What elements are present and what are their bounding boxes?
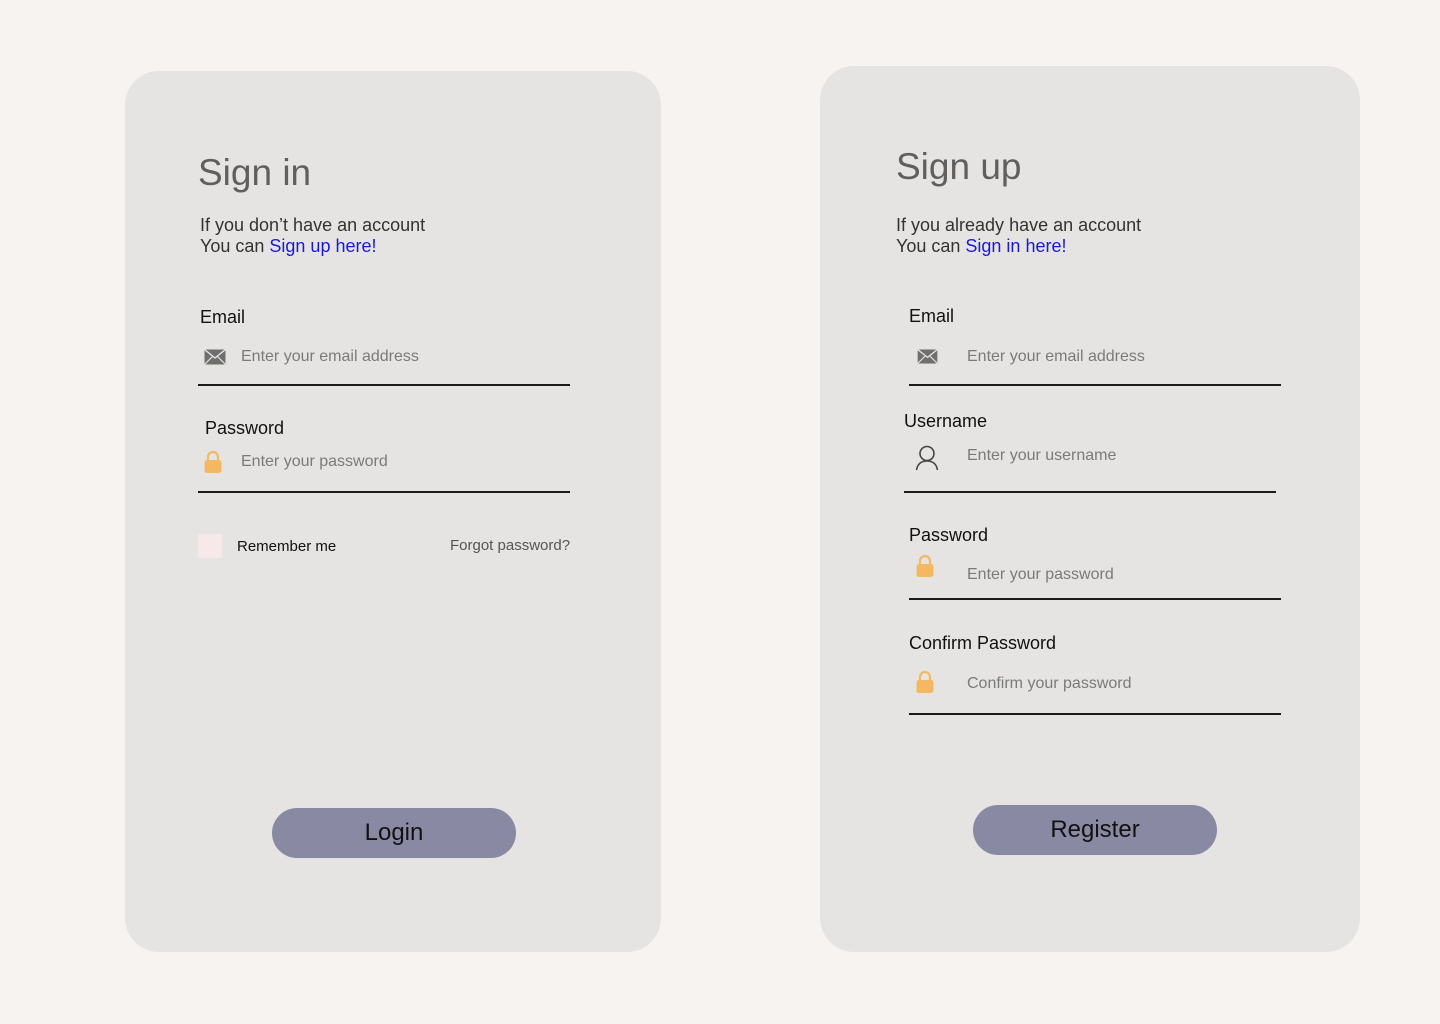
signup-email-label: Email [909,306,955,326]
signin-email-input[interactable] [241,346,561,368]
signup-subtitle-line2: You can Sign in here! [896,236,1141,257]
signin-password-input[interactable] [241,451,561,473]
mail-icon [917,349,938,364]
signin-title: Sign in [198,152,312,193]
signup-title: Sign up [896,146,1022,187]
mail-icon [204,349,226,365]
login-button[interactable]: Login [272,808,516,858]
signin-password-underline [198,491,570,493]
signup-confirm-input[interactable] [967,673,1267,695]
signup-confirm-underline [909,713,1281,715]
signup-password-label: Password [909,525,989,545]
signup-username-input[interactable] [967,445,1267,467]
signup-password-input[interactable] [967,564,1267,586]
lock-icon [916,670,934,694]
signup-password-underline [909,598,1281,600]
lock-icon [204,450,222,474]
signup-subtitle-line1: If you already have an account [896,215,1142,235]
signin-subtitle: If you don’t have an account You can Sig… [200,215,425,257]
signin-subtitle-line1: If you don’t have an account [200,215,426,235]
signin-email-label: Email [200,307,246,327]
signin-email-underline [198,384,570,386]
lock-icon [916,554,934,578]
forgot-password-link[interactable]: Forgot password? [450,537,570,554]
remember-me-label: Remember me [237,538,337,555]
signup-email-input[interactable] [967,346,1267,368]
signin-password-label: Password [205,418,285,438]
signin-link[interactable]: Sign in here! [965,236,1066,256]
signup-confirm-label: Confirm Password [909,633,1057,653]
remember-me-checkbox[interactable] [198,534,222,558]
signup-username-underline [904,491,1276,493]
signin-subtitle-prefix: You can [200,236,270,256]
user-icon [915,445,939,471]
signup-subtitle-prefix: You can [896,236,966,256]
signup-link[interactable]: Sign up here! [269,236,376,256]
signin-subtitle-line2: You can Sign up here! [200,236,425,257]
signup-email-underline [909,384,1281,386]
signup-subtitle: If you already have an account You can S… [896,215,1141,257]
signup-username-label: Username [904,411,988,431]
register-button[interactable]: Register [973,805,1217,855]
